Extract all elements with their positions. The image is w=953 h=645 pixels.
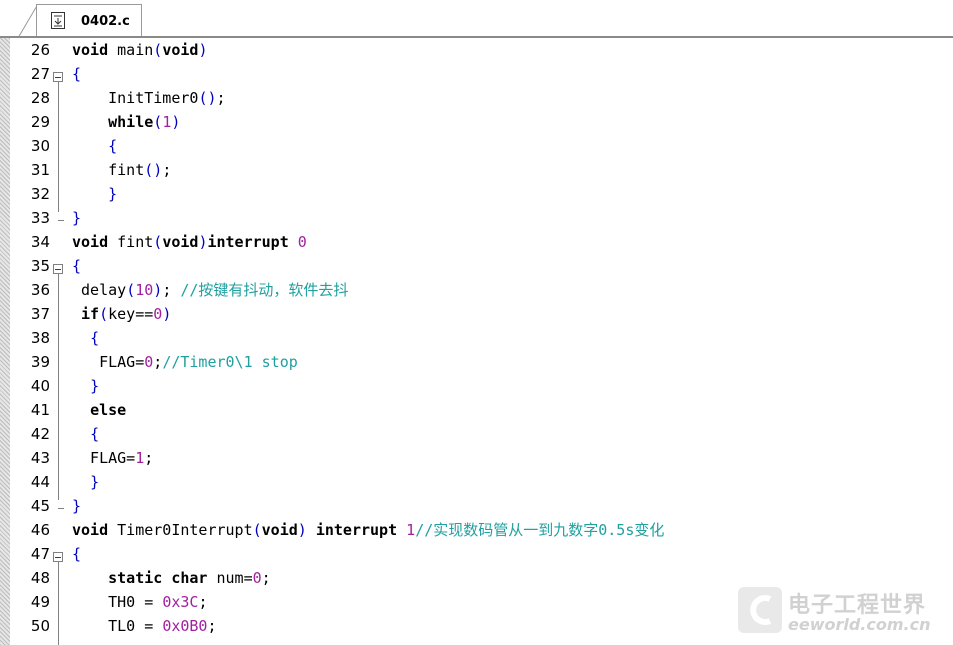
fold-end (58, 220, 64, 221)
line-number: 46 (30, 521, 50, 539)
c-file-icon (51, 12, 65, 29)
code-text: InitTimer0(); (72, 89, 226, 107)
code-text: } (72, 497, 82, 515)
line-number: 29 (30, 113, 50, 131)
code-text: { (72, 545, 82, 563)
fold-toggle-icon[interactable] (53, 72, 63, 82)
fold-guide (58, 82, 59, 212)
line-number: 45 (30, 497, 50, 515)
code-line[interactable]: 47 { (0, 542, 953, 566)
line-number: 42 (30, 425, 50, 443)
code-line[interactable]: 41 else (0, 398, 953, 422)
line-number: 49 (30, 593, 50, 611)
code-text: { (72, 65, 82, 83)
code-line[interactable]: 37 if(key==0) (0, 302, 953, 326)
line-number: 47 (30, 545, 50, 563)
code-line[interactable]: 29 while(1) (0, 110, 953, 134)
code-line[interactable]: 35 { (0, 254, 953, 278)
code-line[interactable]: 45} (0, 494, 953, 518)
code-line[interactable]: 26 void main(void) (0, 38, 953, 62)
fold-toggle-icon[interactable] (53, 264, 63, 274)
tab-0402-c[interactable]: 0402.c (36, 4, 142, 38)
watermark-en: eeworld.com.cn (788, 615, 931, 634)
code-text: TH0 = 0x3C; (72, 593, 208, 611)
tab-label: 0402.c (81, 14, 130, 29)
line-number: 44 (30, 473, 50, 491)
line-number: 32 (30, 185, 50, 203)
eeworld-logo-icon (738, 587, 782, 633)
code-line[interactable]: 43 FLAG=1; (0, 446, 953, 470)
line-number: 36 (30, 281, 50, 299)
code-text: } (90, 473, 100, 491)
code-text: } (108, 185, 118, 203)
line-number: 41 (30, 401, 50, 419)
line-number: 48 (30, 569, 50, 587)
code-text: { (72, 257, 82, 275)
code-text: { (90, 329, 100, 347)
code-text: FLAG=1; (72, 449, 154, 467)
code-text: while(1) (108, 113, 181, 131)
line-number: 30 (30, 137, 50, 155)
line-number: 37 (30, 305, 50, 323)
code-line[interactable]: 27 { (0, 62, 953, 86)
fold-end (58, 508, 64, 509)
code-text: FLAG=0;//Timer0\1 stop (72, 353, 298, 371)
code-text: delay(10); //按键有抖动，软件去抖 (72, 281, 349, 299)
line-number: 34 (30, 233, 50, 251)
code-text: fint(); (72, 161, 172, 179)
code-editor[interactable]: 26 void main(void) 27{28 InitTimer0(); 29 w… (0, 38, 953, 645)
code-line[interactable]: 46 void Timer0Interrupt(void) interrupt 1… (0, 518, 953, 542)
line-number: 35 (30, 257, 50, 275)
fold-toggle-icon[interactable] (53, 552, 63, 562)
code-line[interactable]: 39 FLAG=0;//Timer0\1 stop (0, 350, 953, 374)
line-number: 27 (30, 65, 50, 83)
fold-guide (58, 274, 59, 500)
line-number: 26 (30, 41, 50, 59)
fold-guide (58, 562, 59, 645)
code-text: void fint(void)interrupt 0 (72, 233, 307, 251)
code-line[interactable]: 38 { (0, 326, 953, 350)
line-number: 28 (30, 89, 50, 107)
code-text: { (108, 137, 118, 155)
code-text: TL0 = 0x0B0; (72, 617, 217, 635)
code-line[interactable]: 44 } (0, 470, 953, 494)
code-text: void Timer0Interrupt(void) interrupt 1//… (72, 521, 665, 539)
code-line[interactable]: 40 } (0, 374, 953, 398)
code-text: void main(void) (72, 41, 208, 59)
line-number: 38 (30, 329, 50, 347)
code-line[interactable]: 28 InitTimer0(); (0, 86, 953, 110)
code-text: } (72, 209, 82, 227)
line-number: 50 (30, 617, 50, 635)
line-number: 31 (30, 161, 50, 179)
line-number: 43 (30, 449, 50, 467)
code-line[interactable]: 42 { (0, 422, 953, 446)
code-line[interactable]: 33} (0, 206, 953, 230)
code-text: } (90, 377, 100, 395)
code-text: { (90, 425, 100, 443)
code-line[interactable]: 31 fint(); (0, 158, 953, 182)
code-text: else (90, 401, 127, 419)
code-line[interactable]: 32 } (0, 182, 953, 206)
code-line[interactable]: 36 delay(10); //按键有抖动，软件去抖 (0, 278, 953, 302)
line-number: 39 (30, 353, 50, 371)
line-number: 33 (30, 209, 50, 227)
code-line[interactable]: 34 void fint(void)interrupt 0 (0, 230, 953, 254)
line-number: 40 (30, 377, 50, 395)
code-line[interactable]: 30 { (0, 134, 953, 158)
tab-bar: 0402.c (0, 0, 953, 38)
code-text: if(key==0) (81, 305, 172, 323)
code-text: static char num=0; (108, 569, 271, 587)
eeworld-watermark: 电子工程世界 eeworld.com.cn (736, 585, 948, 637)
